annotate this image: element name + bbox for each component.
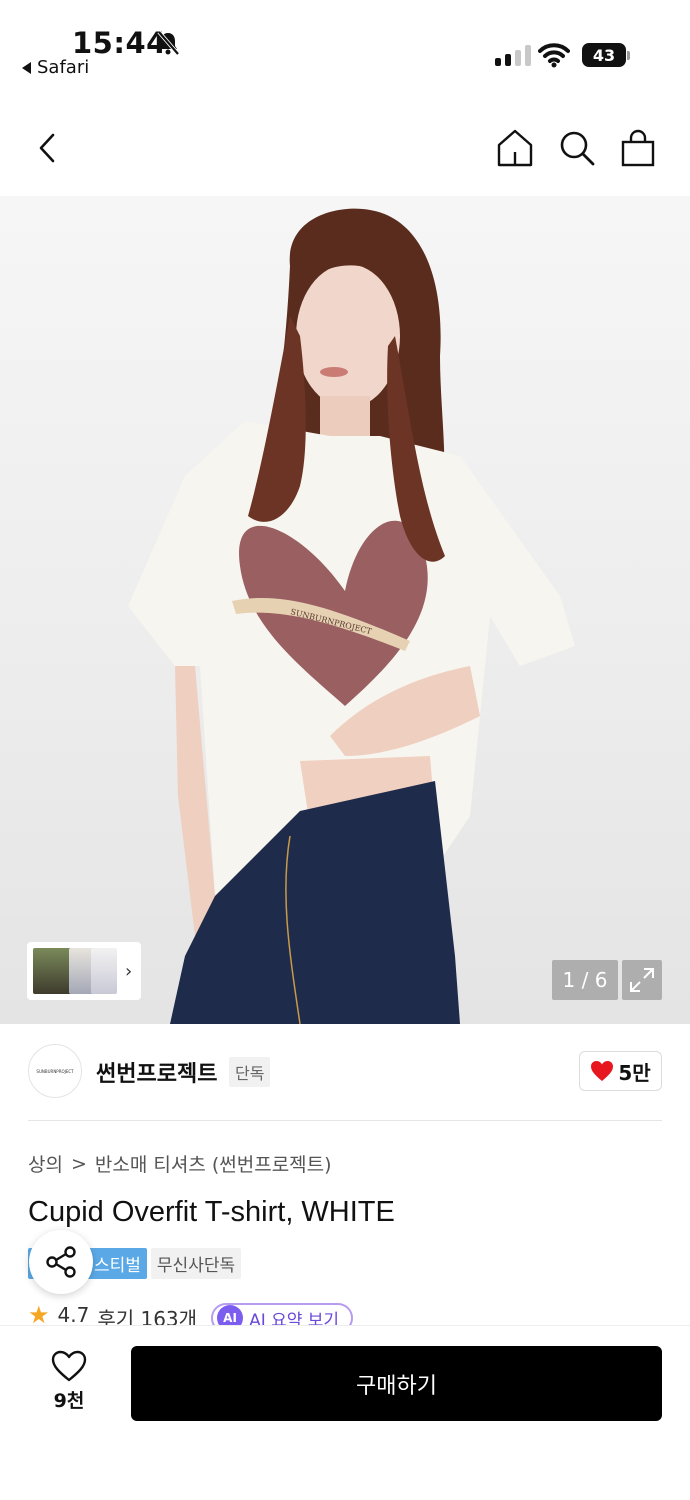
image-page-indicator: 1 / 6: [552, 960, 618, 1000]
brand-like-count: 5만: [618, 1060, 651, 1085]
exclusive-badge: 단독: [229, 1057, 271, 1087]
breadcrumb-category[interactable]: 상의: [28, 1150, 63, 1177]
battery-cap: [627, 51, 630, 60]
status-bar: 15:44 Safari 43: [0, 0, 690, 88]
rating-value: 4.7: [57, 1303, 90, 1325]
search-icon: [560, 131, 595, 166]
search-button[interactable]: [557, 128, 597, 168]
share-button[interactable]: [29, 1230, 93, 1294]
divider: [28, 1120, 662, 1121]
rating-row: ★ 4.7 후기 163개 AI AI 요약 보기: [28, 1303, 690, 1325]
breadcrumb-subcategory[interactable]: 반소매 티셔츠 (썬번프로젝트): [95, 1150, 332, 1177]
bell-muted-icon: [157, 30, 180, 56]
home-button[interactable]: [495, 128, 535, 168]
review-count[interactable]: 후기 163개: [97, 1303, 197, 1325]
back-app-label: Safari: [37, 57, 90, 78]
expand-image-button[interactable]: [622, 960, 662, 1000]
breadcrumb-separator: >: [70, 1152, 87, 1175]
chevron-right-icon: ›: [125, 960, 133, 982]
tag-musinsa-exclusive: 무신사단독: [150, 1248, 242, 1279]
cellular-signal-icon: [495, 44, 531, 66]
heart-filled-icon: [591, 1061, 614, 1081]
back-to-safari[interactable]: Safari: [22, 57, 89, 78]
cart-button[interactable]: [618, 128, 658, 168]
product-image-carousel[interactable]: SUNBURNPROJECT › 1 / 6: [0, 196, 690, 1024]
ai-summary-label: AI 요약 보기: [249, 1310, 340, 1326]
breadcrumb: 상의 > 반소매 티셔츠 (썬번프로젝트): [28, 1150, 332, 1177]
star-icon: ★: [28, 1303, 50, 1325]
wishlist-button[interactable]: 9천: [40, 1350, 98, 1413]
product-photo: SUNBURNPROJECT: [128, 208, 575, 1024]
buy-button[interactable]: 구매하기: [131, 1346, 662, 1421]
back-triangle-icon: [22, 61, 31, 74]
heart-outline-icon: [51, 1350, 87, 1382]
shopping-bag-icon: [621, 129, 655, 167]
ai-badge-icon: AI: [217, 1305, 244, 1325]
wifi-icon: [538, 43, 570, 68]
back-button[interactable]: [28, 128, 68, 168]
thumbnail-strip[interactable]: ›: [27, 942, 141, 1000]
battery-icon: 43: [582, 43, 626, 67]
ai-summary-button[interactable]: AI AI 요약 보기: [211, 1303, 354, 1326]
expand-icon: [630, 968, 654, 992]
top-nav: [0, 88, 690, 196]
product-title: Cupid Overfit T-shirt, WHITE: [28, 1196, 395, 1228]
brand-row[interactable]: SUNBURNPROJECT 썬번프로젝트 단독 5만: [0, 1024, 690, 1122]
brand-like-button[interactable]: 5만: [579, 1051, 662, 1091]
thumbnail-1[interactable]: [33, 948, 73, 994]
bottom-action-bar: 9천 구매하기: [0, 1325, 690, 1500]
chevron-left-icon: [39, 133, 55, 163]
home-icon: [497, 129, 533, 167]
brand-name[interactable]: 썬번프로젝트: [96, 1056, 217, 1088]
share-icon: [46, 1246, 76, 1278]
thumbnail-3[interactable]: [91, 948, 117, 994]
wishlist-count: 9천: [53, 1390, 85, 1412]
brand-logo[interactable]: SUNBURNPROJECT: [28, 1044, 82, 1098]
status-time: 15:44: [72, 26, 167, 60]
